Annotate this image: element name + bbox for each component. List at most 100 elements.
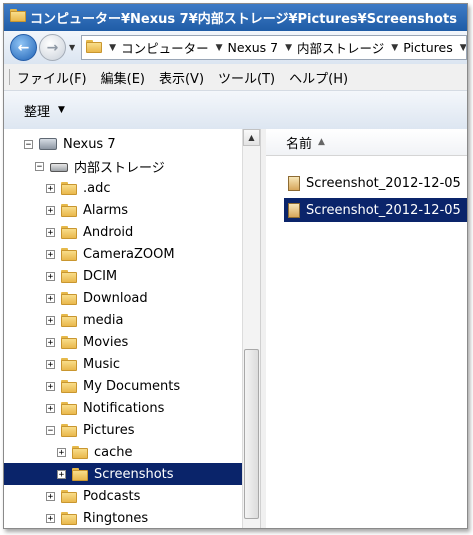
navigation-bar: ← → ▼ ▼ コンピューター ▼ Nexus 7 ▼ 内部ストレージ ▼ Pi… (4, 31, 467, 64)
expand-icon[interactable]: + (46, 513, 55, 523)
drive-icon (50, 163, 68, 172)
tree-item-label: Android (83, 224, 134, 240)
organize-label: 整理 (24, 104, 51, 120)
menu-bar: ファイル(F) 編集(E) 表示(V) ツール(T) ヘルプ(H) (4, 64, 467, 91)
collapse-icon[interactable]: − (46, 425, 55, 435)
scroll-thumb[interactable] (244, 349, 259, 519)
tree-item-label: media (83, 312, 124, 328)
tree-item-label: Nexus 7 (63, 136, 116, 152)
address-folder-icon (86, 39, 103, 56)
folder-icon (61, 401, 77, 415)
column-header-name[interactable]: 名前 ▲ (266, 129, 467, 156)
expand-icon[interactable]: + (46, 381, 55, 391)
folder-icon (61, 489, 77, 503)
navigation-pane: − Nexus 7 − 内部ストレージ + .adc + Alarms + An… (4, 129, 262, 528)
menu-tools[interactable]: ツール(T) (218, 68, 275, 87)
breadcrumb-separator-icon[interactable]: ▼ (216, 43, 223, 53)
expand-icon[interactable]: + (57, 447, 66, 457)
expand-icon[interactable]: + (46, 337, 55, 347)
file-item-selected[interactable]: Screenshot_2012-12-05 (284, 198, 467, 222)
folder-icon (61, 423, 77, 437)
folder-icon (61, 203, 77, 217)
image-file-icon (288, 202, 300, 218)
tree-item-label: Podcasts (83, 488, 141, 504)
back-button[interactable]: ← (10, 34, 37, 61)
breadcrumb-storage[interactable]: 内部ストレージ (297, 38, 384, 57)
menu-edit[interactable]: 編集(E) (101, 68, 145, 87)
folder-icon (61, 313, 77, 327)
folder-icon (72, 467, 88, 481)
tree-item-storage[interactable]: − 内部ストレージ (4, 155, 273, 177)
expand-icon[interactable]: + (46, 271, 55, 281)
expand-icon[interactable]: + (46, 227, 55, 237)
folder-icon (61, 335, 77, 349)
expand-icon[interactable]: + (46, 249, 55, 259)
tablet-icon (39, 138, 57, 150)
expand-icon[interactable]: + (57, 469, 66, 479)
expand-icon[interactable]: + (46, 403, 55, 413)
tree-item-label: Alarms (83, 202, 129, 218)
file-name: Screenshot_2012-12-05 (306, 202, 461, 218)
menu-help[interactable]: ヘルプ(H) (289, 68, 348, 87)
tree-item-label: .adc (83, 180, 111, 196)
image-file-icon (288, 175, 300, 191)
tree-item-label: My Documents (83, 378, 181, 394)
expand-icon[interactable]: + (46, 183, 55, 193)
tree-item-label: DCIM (83, 268, 118, 284)
tree-item-label: cache (94, 444, 133, 460)
title-bar: コンピューター¥Nexus 7¥内部ストレージ¥Pictures¥Screens… (4, 4, 467, 31)
column-header-label: 名前 (286, 136, 313, 152)
address-bar[interactable]: ▼ コンピューター ▼ Nexus 7 ▼ 内部ストレージ ▼ Pictures… (81, 35, 467, 60)
tree-scrollbar[interactable]: ▲ (242, 129, 260, 528)
arrow-right-icon: → (46, 39, 59, 56)
arrow-left-icon: ← (17, 39, 30, 56)
forward-button[interactable]: → (39, 34, 66, 61)
breadcrumb-separator-icon[interactable]: ▼ (285, 43, 292, 53)
tree-item-label: Movies (83, 334, 129, 350)
organize-button[interactable]: 整理 ▼ (4, 101, 65, 120)
breadcrumb-separator-icon[interactable]: ▼ (460, 43, 466, 53)
folder-icon (61, 511, 77, 525)
expand-icon[interactable]: + (46, 359, 55, 369)
folder-icon (61, 181, 77, 195)
expand-icon[interactable]: + (46, 315, 55, 325)
menu-file[interactable]: ファイル(F) (17, 68, 87, 87)
tree-item-label: Download (83, 290, 148, 306)
tree-item-label: Screenshots (94, 466, 174, 482)
folder-icon (61, 291, 77, 305)
collapse-icon[interactable]: − (35, 161, 44, 171)
breadcrumb-separator-icon[interactable]: ▼ (391, 43, 398, 53)
tree-item-label: Notifications (83, 400, 165, 416)
folder-icon (61, 225, 77, 239)
folder-icon (61, 247, 77, 261)
menu-view[interactable]: 表示(V) (159, 68, 204, 87)
breadcrumb-device[interactable]: Nexus 7 (228, 40, 279, 55)
chevron-down-icon: ▼ (58, 105, 65, 115)
tree-item-screenshots[interactable]: + Screenshots (4, 463, 242, 485)
command-bar: 整理 ▼ (4, 91, 467, 130)
folder-icon (61, 357, 77, 371)
explorer-window: コンピューター¥Nexus 7¥内部ストレージ¥Pictures¥Screens… (3, 3, 468, 529)
file-item[interactable]: Screenshot_2012-12-05 (284, 171, 467, 195)
sort-ascending-icon: ▲ (318, 137, 325, 147)
file-list-pane: 名前 ▲ Screenshot_2012-12-05 Screenshot_20… (266, 129, 467, 528)
file-name: Screenshot_2012-12-05 (306, 175, 461, 191)
expand-icon[interactable]: + (46, 491, 55, 501)
tree-item-device[interactable]: − Nexus 7 (4, 133, 262, 155)
scroll-up-icon[interactable]: ▲ (243, 129, 260, 146)
history-dropdown-icon[interactable]: ▼ (69, 43, 75, 52)
window-title: コンピューター¥Nexus 7¥内部ストレージ¥Pictures¥Screens… (30, 12, 457, 27)
menu-grip (9, 69, 12, 85)
expand-icon[interactable]: + (46, 293, 55, 303)
breadcrumb-separator-icon[interactable]: ▼ (109, 43, 116, 53)
tree-item-label: 内部ストレージ (74, 160, 165, 176)
tree-item-label: Ringtones (83, 510, 149, 526)
expand-icon[interactable]: + (46, 205, 55, 215)
breadcrumb-pictures[interactable]: Pictures (403, 40, 453, 55)
folder-icon (61, 269, 77, 283)
tree-item-label: Music (83, 356, 120, 372)
breadcrumb-computer[interactable]: コンピューター (121, 38, 209, 57)
collapse-icon[interactable]: − (24, 139, 33, 149)
tree-item-label: CameraZOOM (83, 246, 175, 262)
tree-item-label: Pictures (83, 422, 135, 438)
